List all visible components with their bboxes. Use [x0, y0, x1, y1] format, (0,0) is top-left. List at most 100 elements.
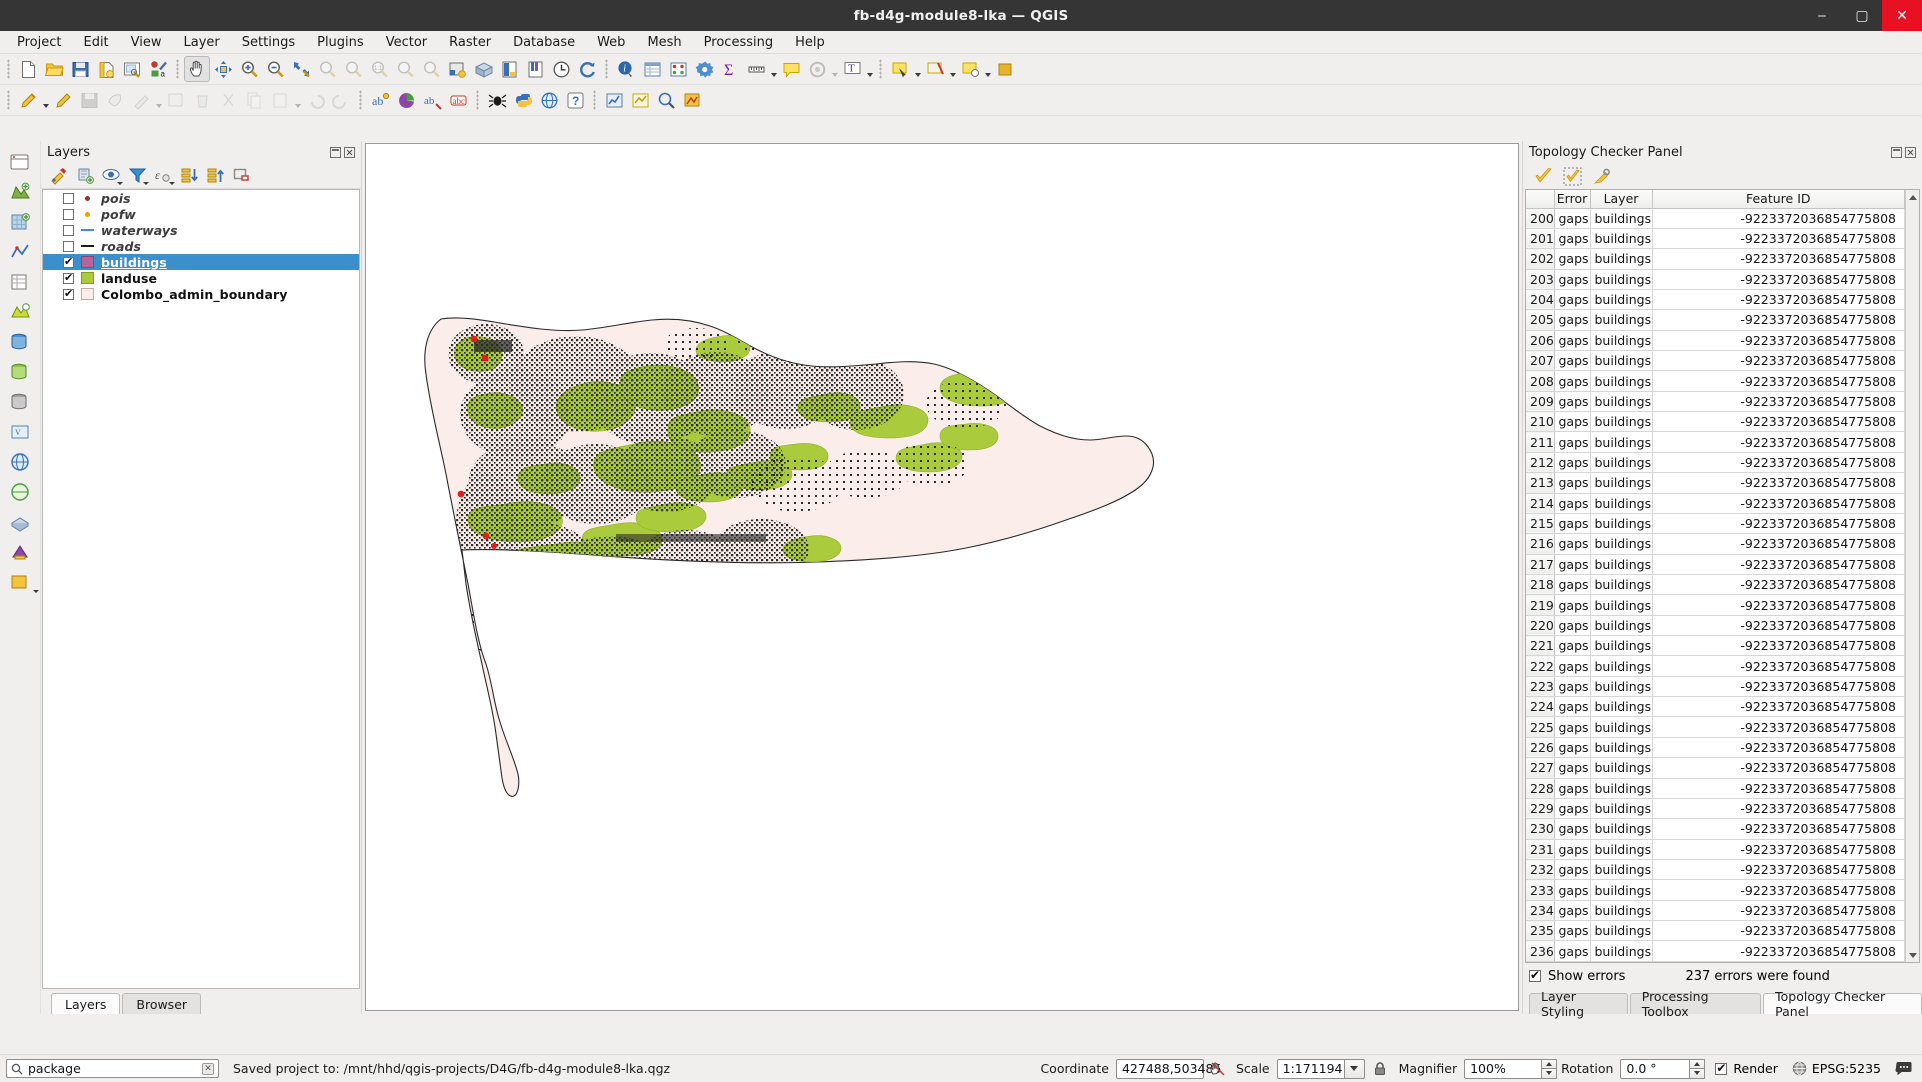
table-row[interactable]: 200 gaps buildings -9223372036854775808 — [1526, 208, 1905, 229]
menu-raster[interactable]: Raster — [438, 33, 502, 52]
messages-icon[interactable] — [1895, 1061, 1912, 1076]
table-row[interactable]: 223 gaps buildings -9223372036854775808 — [1526, 676, 1905, 698]
menu-help[interactable]: Help — [784, 33, 836, 52]
measure-line-icon[interactable] — [743, 56, 769, 82]
table-row[interactable]: 208 gaps buildings -9223372036854775808 — [1526, 370, 1905, 392]
new-project-icon[interactable] — [15, 56, 41, 82]
new-report-icon[interactable] — [522, 56, 548, 82]
zoom-to-selection-icon[interactable] — [314, 56, 340, 82]
add-virtual-layer-icon[interactable]: V — [5, 417, 35, 447]
menu-processing[interactable]: Processing — [693, 33, 784, 52]
layer-checkbox-pofw[interactable] — [63, 208, 74, 220]
scale-dropdown-icon[interactable] — [1344, 1058, 1365, 1079]
validate-all-icon[interactable] — [1532, 165, 1554, 187]
toolbar-handle-4[interactable] — [876, 59, 885, 79]
layer-item-pois[interactable]: pois — [43, 190, 359, 206]
layer-item-pofw[interactable]: pofw — [43, 206, 359, 222]
zoom-to-layer-icon[interactable] — [340, 56, 366, 82]
table-row[interactable]: 216 gaps buildings -9223372036854775808 — [1526, 533, 1905, 555]
add-mssql-layer-icon[interactable] — [5, 387, 35, 417]
expression-filter-icon[interactable]: ε — [151, 164, 176, 188]
coordinate-value[interactable]: 427488,503485 — [1115, 1058, 1221, 1079]
table-row[interactable]: 202 gaps buildings -9223372036854775808 — [1526, 248, 1905, 270]
table-row[interactable]: 210 gaps buildings -9223372036854775808 — [1526, 411, 1905, 433]
current-edits-icon[interactable] — [15, 87, 41, 113]
toolbar-handle-5[interactable] — [4, 90, 13, 110]
menu-database[interactable]: Database — [502, 33, 586, 52]
table-row[interactable]: 220 gaps buildings -9223372036854775808 — [1526, 615, 1905, 637]
table-row[interactable]: 235 gaps buildings -9223372036854775808 — [1526, 920, 1905, 942]
magnifier-up-icon[interactable] — [1542, 1058, 1558, 1068]
configure-icon[interactable] — [1590, 165, 1612, 187]
crs-status[interactable]: EPSG:5235 — [1792, 1061, 1881, 1076]
sum-icon[interactable]: Σ — [717, 56, 743, 82]
select-features-icon[interactable] — [887, 56, 913, 82]
layer-item-colombo-admin-boundary[interactable]: Colombo_admin_boundary — [43, 286, 359, 302]
table-row[interactable]: 207 gaps buildings -9223372036854775808 — [1526, 350, 1905, 372]
zoom-last-icon[interactable] — [392, 56, 418, 82]
layout-manager-icon[interactable] — [119, 56, 145, 82]
menu-edit[interactable]: Edit — [72, 33, 119, 52]
add-xyz-layer-icon[interactable] — [5, 507, 35, 537]
layer-checkbox-colombo-admin-boundary[interactable] — [63, 287, 74, 301]
add-delimited-text-layer-icon[interactable]: , — [5, 267, 35, 297]
maximize-button[interactable]: ▢ — [1842, 0, 1882, 31]
add-layer-dropdown-icon[interactable] — [5, 567, 39, 597]
close-button[interactable]: ✕ — [1882, 0, 1922, 31]
add-feature-icon[interactable] — [102, 87, 128, 113]
menu-web[interactable]: Web — [586, 33, 636, 52]
topology-table-scrollbar[interactable] — [1905, 190, 1919, 962]
tab-layer-styling[interactable]: Layer Styling — [1529, 989, 1628, 1019]
menu-vector[interactable]: Vector — [375, 33, 438, 52]
tab-topology-checker-panel[interactable]: Topology Checker Panel — [1763, 989, 1922, 1019]
plugin-web-icon[interactable] — [536, 87, 562, 113]
refresh-icon[interactable] — [574, 56, 600, 82]
table-row[interactable]: 204 gaps buildings -9223372036854775808 — [1526, 289, 1905, 311]
manage-layer-visibility-icon[interactable] — [99, 164, 124, 188]
tab-browser[interactable]: Browser — [122, 993, 202, 1014]
tab-layers[interactable]: Layers — [51, 993, 121, 1014]
table-row[interactable]: 230 gaps buildings -9223372036854775808 — [1526, 818, 1905, 840]
table-row[interactable]: 209 gaps buildings -9223372036854775808 — [1526, 391, 1905, 413]
add-wms-layer-icon[interactable] — [5, 447, 35, 477]
add-raster-layer-icon[interactable] — [5, 207, 35, 237]
rotation-spinbox[interactable]: 0.0 ° — [1620, 1058, 1706, 1079]
lock-scale-icon[interactable] — [1373, 1061, 1387, 1076]
scroll-up-icon[interactable] — [1906, 190, 1919, 204]
add-wfs-layer-icon[interactable] — [5, 297, 35, 327]
table-row[interactable]: 215 gaps buildings -9223372036854775808 — [1526, 513, 1905, 535]
table-row[interactable]: 227 gaps buildings -9223372036854775808 — [1526, 757, 1905, 779]
map-tips-icon[interactable] — [778, 56, 804, 82]
vertex-tool-caret-icon[interactable] — [154, 87, 163, 113]
processing-toolbox-icon[interactable] — [691, 56, 717, 82]
modify-attributes-icon[interactable] — [163, 87, 189, 113]
topology-check-extent-icon[interactable] — [627, 87, 653, 113]
expand-all-icon[interactable] — [177, 164, 202, 188]
select-expression-caret-icon[interactable] — [983, 56, 992, 82]
zoom-next-icon[interactable] — [418, 56, 444, 82]
toolbar-handle-6[interactable] — [356, 90, 365, 110]
add-wcs-layer-icon[interactable] — [5, 477, 35, 507]
toolbar-handle-3[interactable] — [602, 59, 611, 79]
deselect-icon[interactable] — [922, 56, 948, 82]
annotation-dropdown-caret-icon[interactable] — [865, 56, 874, 82]
table-row[interactable]: 211 gaps buildings -9223372036854775808 — [1526, 431, 1905, 453]
rotate-label-icon[interactable]: abc — [445, 87, 471, 113]
new-map-view-icon[interactable] — [444, 56, 470, 82]
save-project-icon[interactable] — [67, 56, 93, 82]
col-layer[interactable]: Layer — [1590, 190, 1653, 209]
menu-project[interactable]: Project — [6, 33, 72, 52]
identify-features-icon[interactable]: i — [613, 56, 639, 82]
save-layer-edits-icon[interactable] — [76, 87, 102, 113]
table-row[interactable]: 234 gaps buildings -9223372036854775808 — [1526, 900, 1905, 922]
table-row[interactable]: 222 gaps buildings -9223372036854775808 — [1526, 655, 1905, 677]
new-bookmark-icon[interactable] — [804, 56, 830, 82]
magnifier-stepper[interactable] — [1542, 1058, 1558, 1079]
cut-features-icon[interactable] — [215, 87, 241, 113]
layer-checkbox-pois[interactable] — [63, 192, 74, 204]
text-annotation-icon[interactable]: T — [839, 56, 865, 82]
select-by-expression-icon[interactable] — [957, 56, 983, 82]
close-icon[interactable] — [1905, 146, 1916, 158]
table-row[interactable]: 206 gaps buildings -9223372036854775808 — [1526, 330, 1905, 352]
zoom-native-icon[interactable]: 1:1 — [366, 56, 392, 82]
